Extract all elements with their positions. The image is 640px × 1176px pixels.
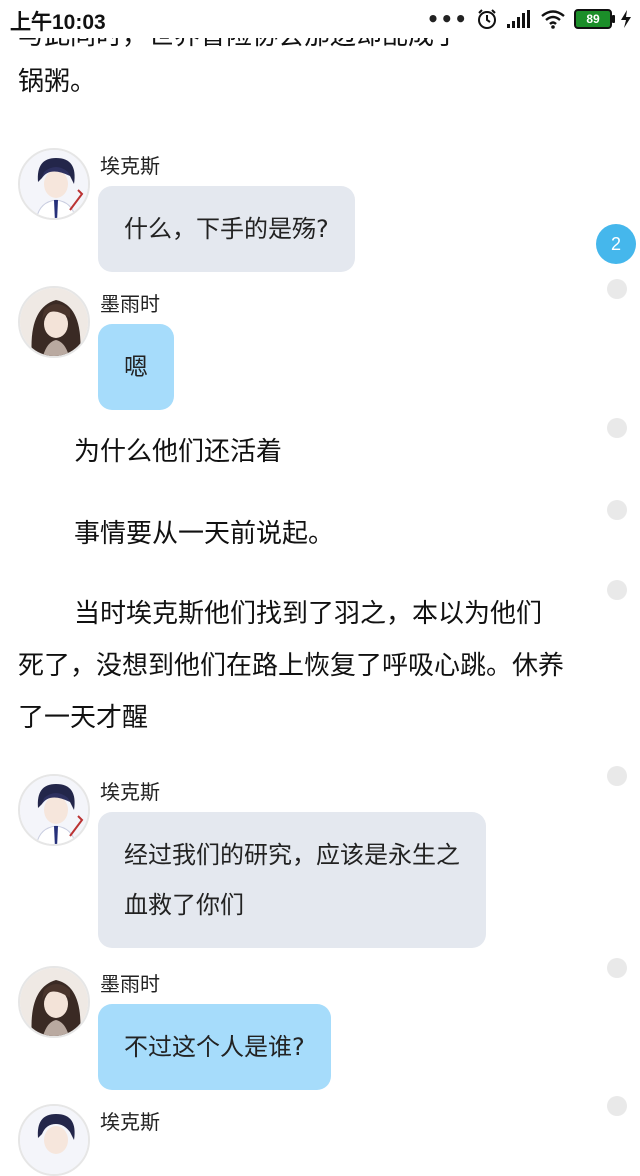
- wifi-icon: [541, 10, 565, 29]
- character-girl-icon: [20, 968, 88, 1036]
- signal-icon: [507, 10, 530, 28]
- chat-bubble-line: 经过我们的研究，应该是永生之: [124, 841, 460, 869]
- chat-bubble[interactable]: 什么，下手的是殇?: [98, 186, 355, 272]
- avatar-aikesi[interactable]: [18, 1104, 90, 1176]
- comment-count-badge[interactable]: 2: [596, 224, 636, 264]
- sender-name: 埃克斯: [100, 154, 160, 178]
- story-paragraph-top: 与此同时，世界冒险协会那边却乱成了一 锅粥。: [18, 26, 618, 108]
- character-boy-icon: [20, 776, 88, 844]
- comment-marker[interactable]: [607, 580, 627, 600]
- comment-marker[interactable]: [607, 1096, 627, 1116]
- status-icons: ••• 89: [427, 6, 632, 32]
- avatar-aikesi[interactable]: [18, 774, 90, 846]
- sender-name: 墨雨时: [100, 292, 160, 316]
- character-boy-icon: [20, 150, 88, 218]
- battery-icon: 89: [574, 9, 615, 29]
- sender-name: 埃克斯: [100, 780, 160, 804]
- story-paragraph: 事情要从一天前说起。: [74, 519, 335, 549]
- more-dots-icon: •••: [426, 7, 468, 31]
- character-girl-icon: [20, 288, 88, 356]
- story-paragraph: 为什么他们还活着: [74, 437, 283, 467]
- chat-bubble-line: 血救了你们: [124, 891, 244, 919]
- avatar-aikesi[interactable]: [18, 148, 90, 220]
- chat-bubble[interactable]: 不过这个人是谁?: [98, 1004, 331, 1090]
- comment-marker[interactable]: [607, 766, 627, 786]
- story-line: 了一天才醒: [18, 703, 149, 733]
- chat-bubble[interactable]: 嗯: [98, 324, 174, 410]
- sender-name: 埃克斯: [100, 1110, 160, 1134]
- status-time: 上午10:03: [10, 11, 106, 34]
- story-line: 当时埃克斯他们找到了羽之，本以为他们: [74, 599, 543, 629]
- character-boy-icon: [20, 1106, 88, 1174]
- comment-marker[interactable]: [607, 418, 627, 438]
- avatar-moyushi[interactable]: [18, 966, 90, 1038]
- avatar-moyushi[interactable]: [18, 286, 90, 358]
- story-line: 死了，没想到他们在路上恢复了呼吸心跳。休养: [18, 651, 565, 681]
- comment-marker[interactable]: [607, 279, 627, 299]
- comment-marker[interactable]: [607, 500, 627, 520]
- story-clipped-line-end: 锅粥。: [18, 67, 97, 97]
- story-paragraph: 当时埃克斯他们找到了羽之，本以为他们 死了，没想到他们在路上恢复了呼吸心跳。休养…: [18, 588, 598, 744]
- status-bar: 上午10:03 ••• 89: [0, 0, 640, 38]
- charging-icon: [621, 10, 631, 28]
- alarm-icon: [478, 9, 496, 29]
- sender-name: 墨雨时: [100, 972, 160, 996]
- comment-marker[interactable]: [607, 958, 627, 978]
- chat-bubble[interactable]: 经过我们的研究，应该是永生之 血救了你们: [98, 812, 486, 948]
